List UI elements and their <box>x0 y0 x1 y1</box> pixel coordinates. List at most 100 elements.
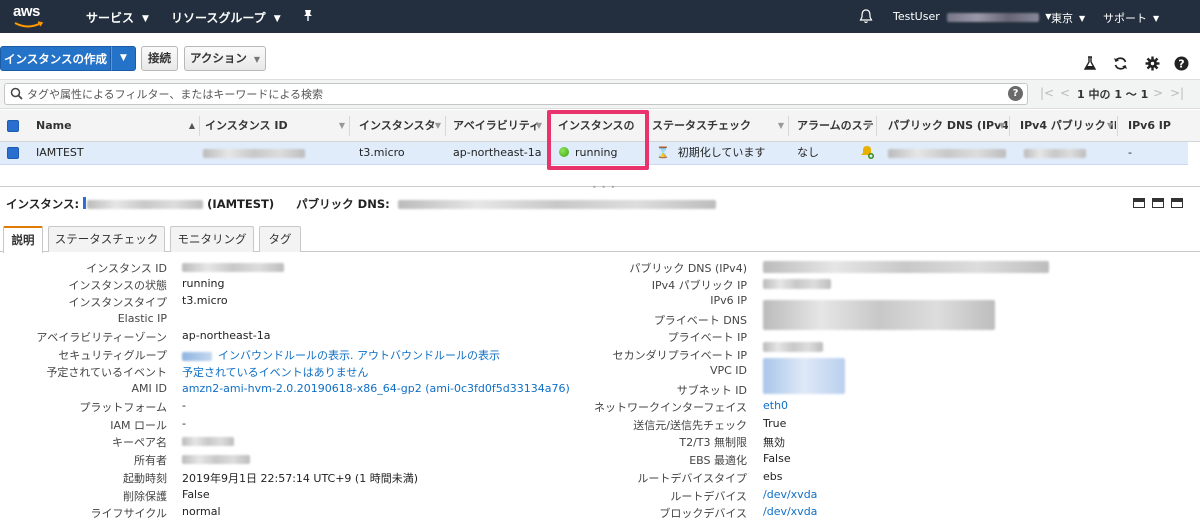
value-vpc-id[interactable] <box>763 358 845 394</box>
filter-help-icon[interactable]: ? <box>1008 86 1023 101</box>
label-network-interface: ネットワークインターフェイス <box>593 401 747 414</box>
security-group-rules-link[interactable]: インバウンドルールの表示. アウトバウンドルールの表示 <box>218 349 500 362</box>
label-instance-type: インスタンスタイプ <box>68 296 167 309</box>
tab-description[interactable]: 説明 <box>3 226 43 253</box>
col-header-instance-id[interactable]: インスタンス ID ▼ <box>205 110 348 142</box>
sort-icon: ▼ <box>434 121 441 130</box>
instance-label: インスタンス: <box>6 197 80 211</box>
value-public-dns <box>763 260 1049 273</box>
row-checkbox[interactable] <box>7 147 19 159</box>
status-check-text: 初期化しています <box>677 146 766 159</box>
value-owner <box>182 452 250 465</box>
tab-status-checks[interactable]: ステータスチェック <box>48 226 165 252</box>
sort-asc-icon: ▲ <box>188 121 195 130</box>
hourglass-icon: ⌛ <box>656 146 670 159</box>
label-block-devices: ブロックデバイス <box>659 507 747 520</box>
logo-text: aws <box>13 3 40 20</box>
label-vpc-id: VPC ID <box>709 364 747 377</box>
resource-groups-menu[interactable]: リソースグループ ▼ <box>171 9 281 26</box>
value-private-dns <box>763 300 995 330</box>
refresh-icon[interactable] <box>1112 56 1128 72</box>
search-icon <box>10 87 23 100</box>
panel-bottom-icon[interactable] <box>1133 198 1145 208</box>
gear-icon[interactable] <box>1144 56 1160 72</box>
label-private-ip: プライベート IP <box>667 331 747 344</box>
pin-icon[interactable] <box>302 9 314 25</box>
label-instance-state: インスタンスの状態 <box>68 279 167 292</box>
value-platform: - <box>182 399 186 412</box>
value-t2t3-unlimited: 無効 <box>763 436 785 449</box>
svg-text:?: ? <box>1178 58 1184 71</box>
value-network-interface[interactable]: eth0 <box>763 399 788 412</box>
account-id-redacted <box>947 12 1040 22</box>
services-menu[interactable]: サービス ▼ <box>86 9 149 26</box>
sort-icon: ▼ <box>777 121 784 130</box>
split-grip-icon[interactable]: • • • <box>592 183 616 192</box>
state-highlight-box <box>547 110 649 170</box>
prev-page-icon[interactable]: < <box>1060 86 1070 100</box>
search-input[interactable] <box>27 86 987 102</box>
value-instance-id <box>182 260 284 273</box>
value-termination-protection: False <box>182 488 210 501</box>
value-lifecycle: normal <box>182 505 221 518</box>
value-root-device-type: ebs <box>763 470 783 483</box>
label-scheduled-events: 予定されているイベント <box>46 366 167 379</box>
aws-logo[interactable]: aws <box>13 3 49 29</box>
region-label: 東京 <box>1051 12 1073 25</box>
chevron-down-icon: ▼ <box>1079 14 1086 23</box>
col-header-instance-type[interactable]: インスタンスタ ▼ <box>359 110 444 142</box>
pagination-text: 1 中の 1 〜 1 <box>1077 88 1149 101</box>
value-root-device[interactable]: /dev/xvda <box>763 488 817 501</box>
launch-instance-button[interactable]: インスタンスの作成 <box>0 46 111 71</box>
col-header-name[interactable]: Name ▲ <box>36 110 198 142</box>
label-elastic-ip: Elastic IP <box>117 312 167 325</box>
flask-icon[interactable] <box>1082 56 1098 72</box>
logo-smile-icon <box>14 21 44 28</box>
bell-icon[interactable] <box>859 9 873 27</box>
label-subnet-id: サブネット ID <box>676 384 747 397</box>
label-security-groups: セキュリティグループ <box>58 349 167 362</box>
services-label: サービス <box>86 11 135 25</box>
col-header-availability-zone[interactable]: アベイラビリティ ▼ <box>453 110 545 142</box>
select-all-checkbox[interactable] <box>7 120 19 132</box>
col-header-public-ip[interactable]: IPv4 パブリック IP ▼ <box>1020 110 1116 142</box>
region-menu[interactable]: 東京 ▼ <box>1051 10 1085 26</box>
col-header-status-check[interactable]: ステータスチェック ▼ <box>652 110 787 142</box>
cell-instance-id <box>203 142 305 165</box>
last-page-icon[interactable]: >| <box>1170 86 1184 100</box>
tab-monitoring[interactable]: モニタリング <box>170 226 254 252</box>
panel-split-icon[interactable] <box>1152 198 1164 208</box>
panel-full-icon[interactable] <box>1171 198 1183 208</box>
public-dns-label: パブリック DNS: <box>296 197 390 211</box>
support-menu[interactable]: サポート ▼ <box>1103 10 1159 26</box>
label-iam-role: IAM ロール <box>110 419 167 432</box>
value-block-devices[interactable]: /dev/xvda <box>763 505 817 518</box>
col-header-alarm-status[interactable]: アラームのステ ▼ <box>797 110 875 142</box>
col-header-public-dns[interactable]: パブリック DNS (IPv4) ▼ <box>888 110 1008 142</box>
support-label: サポート <box>1103 12 1147 25</box>
chevron-down-icon: ▼ <box>1153 14 1160 23</box>
label-private-dns: プライベート DNS <box>653 314 747 327</box>
create-alarm-icon[interactable] <box>860 142 874 165</box>
col-header-ipv6[interactable]: IPv6 IP <box>1128 110 1188 142</box>
label-secondary-private-ip: セカンダリプライベート IP <box>612 349 747 362</box>
sort-icon: ▼ <box>338 121 345 130</box>
tab-tags[interactable]: タグ <box>259 226 301 252</box>
label-ipv6: IPv6 IP <box>710 294 747 307</box>
value-scheduled-events[interactable]: 予定されているイベントはありません <box>182 364 368 380</box>
actions-button[interactable]: アクション ▼ <box>184 46 266 71</box>
value-ami-id[interactable]: amzn2-ami-hvm-2.0.20190618-x86_64-gp2 (a… <box>182 382 570 395</box>
label-lifecycle: ライフサイクル <box>90 507 167 520</box>
next-page-icon[interactable]: > <box>1153 86 1163 100</box>
help-icon[interactable]: ? <box>1173 56 1189 72</box>
label-termination-protection: 削除保護 <box>123 490 167 503</box>
label-root-device-type: ルートデバイスタイプ <box>637 472 747 485</box>
value-ebs-optimized: False <box>763 452 791 465</box>
value-security-groups: インバウンドルールの表示. アウトバウンドルールの表示 <box>182 347 500 363</box>
user-menu[interactable]: TestUser ▼ <box>893 10 1051 23</box>
first-page-icon[interactable]: |< <box>1040 86 1054 100</box>
launch-dropdown-button[interactable]: ▼ <box>111 46 136 71</box>
value-launch-time: 2019年9月1日 22:57:14 UTC+9 (1 時間未満) <box>182 472 418 485</box>
connect-button[interactable]: 接続 <box>141 46 178 71</box>
label-launch-time: 起動時刻 <box>123 472 167 485</box>
